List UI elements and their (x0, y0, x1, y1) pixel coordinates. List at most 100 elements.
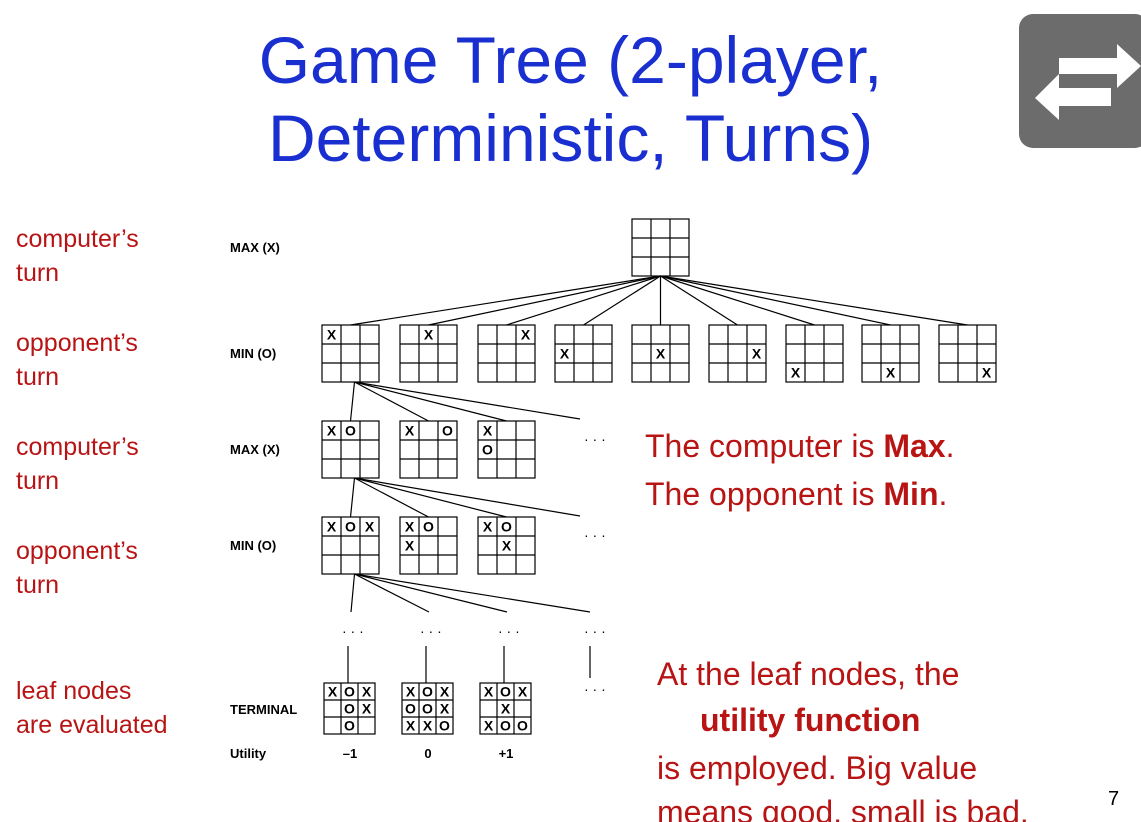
tree-edge (350, 275, 661, 326)
board-min1-3: X (477, 324, 536, 383)
note-text: The computer is (645, 428, 884, 464)
board-mark: O (439, 718, 450, 734)
note-leaf-utility-function: utility function (700, 702, 921, 738)
board-mark: X (518, 684, 528, 700)
board-mark: X (405, 538, 415, 554)
board-mark: X (423, 718, 433, 734)
board-terminal-3: X O XXX O O (479, 682, 532, 735)
note-bold-min: Min (883, 476, 939, 512)
board-mark: X (560, 346, 570, 362)
note-text: . (945, 428, 955, 464)
tree-edge (660, 275, 738, 326)
board-mark: X (406, 718, 416, 734)
board-mark: O (423, 519, 434, 535)
tree-edge (354, 477, 507, 518)
note-text: . (938, 476, 948, 512)
board-mark: O (344, 684, 355, 700)
tree-edge (660, 275, 815, 326)
utility-value: +1 (499, 746, 514, 761)
tree-edge (349, 477, 356, 518)
utility-value: –1 (343, 746, 357, 761)
board-mark: O (442, 423, 453, 439)
board-terminal-2: X O XO O XX X O (401, 682, 454, 735)
board-mark: X (521, 327, 531, 343)
note-leaf-line-1: At the leaf nodes, the (657, 656, 960, 692)
board-mark: X (327, 423, 337, 439)
board-mark: X (502, 538, 512, 554)
board-mark: X (440, 701, 450, 717)
tree-edge (506, 275, 661, 326)
board-mark: X (656, 346, 666, 362)
tree-edge (354, 573, 591, 613)
utility-value: 0 (424, 746, 431, 761)
board-min2-1: XOX (321, 516, 380, 575)
board-mark: X (484, 718, 494, 734)
board-max2-3: XO (477, 420, 536, 479)
tree-edge (354, 381, 507, 422)
tree-edge (428, 275, 661, 326)
board-mark: X (328, 684, 338, 700)
tree-edge (349, 381, 356, 422)
board-min1-9: X (938, 324, 997, 383)
ellipsis-deep-3: · · · (498, 623, 520, 639)
note-leaf-line-3: is employed. Big value (657, 750, 978, 786)
board-mark: O (517, 718, 528, 734)
ellipsis-deep-1: · · · (342, 623, 364, 639)
board-mark: X (365, 519, 375, 535)
note-opponent-min: The opponent is Min. (645, 476, 947, 512)
board-mark: X (405, 423, 415, 439)
board-min1-5: X (631, 324, 690, 383)
tree-edge (354, 573, 508, 613)
board-min1-4: X (554, 324, 613, 383)
board-min1-6: X (708, 324, 767, 383)
board-mark: X (406, 684, 416, 700)
slide-number: 7 (1108, 788, 1120, 810)
ellipsis-terminal: · · · (584, 681, 606, 697)
tree-edge (660, 275, 891, 326)
board-frame (631, 218, 690, 277)
board-mark: O (422, 701, 433, 717)
board-mark: X (405, 519, 415, 535)
board-mark: O (482, 442, 493, 458)
board-mark: O (500, 684, 511, 700)
board-min1-8: X (861, 324, 920, 383)
ellipsis-min2: · · · (584, 527, 606, 543)
ellipsis-deep-4: · · · (584, 623, 606, 639)
board-mark: O (344, 701, 355, 717)
ellipsis-max2: · · · (584, 431, 606, 447)
board-mark: X (886, 365, 896, 381)
board-mark: X (424, 327, 434, 343)
board-root (631, 218, 690, 277)
board-mark: X (327, 327, 337, 343)
note-text: The opponent is (645, 476, 884, 512)
tree-edge (660, 275, 968, 326)
board-mark: O (422, 684, 433, 700)
board-mark: O (500, 718, 511, 734)
board-min2-2: X OX (399, 516, 458, 575)
board-max2-1: XO (321, 420, 380, 479)
tree-edge (354, 477, 581, 517)
ellipsis-deep-2: · · · (420, 623, 442, 639)
board-mark: X (483, 423, 493, 439)
board-mark: X (484, 684, 494, 700)
note-leaf-line-4: means good, small is bad. (657, 794, 1029, 822)
board-mark: X (752, 346, 762, 362)
note-computer-max: The computer is Max. (645, 428, 954, 464)
board-mark: X (362, 701, 372, 717)
board-mark: X (791, 365, 801, 381)
board-mark: O (345, 519, 356, 535)
board-mark: O (344, 718, 355, 734)
board-mark: X (362, 684, 372, 700)
board-mark: X (501, 701, 511, 717)
board-mark: O (405, 701, 416, 717)
board-mark: X (440, 684, 450, 700)
board-min1-1: X (321, 324, 380, 383)
board-max2-2: XO (399, 420, 458, 479)
board-min1-7: X (785, 324, 844, 383)
board-mark: X (483, 519, 493, 535)
note-bold-max: Max (883, 428, 946, 464)
game-tree-diagram: X X XX X XX X XX O X O XO· · ·X O X X OXX OX· · ·· · · ·… (321, 218, 997, 761)
board-min2-3: X OX (477, 516, 536, 575)
board-min1-2: X (399, 324, 458, 383)
tree-edge (350, 573, 356, 613)
